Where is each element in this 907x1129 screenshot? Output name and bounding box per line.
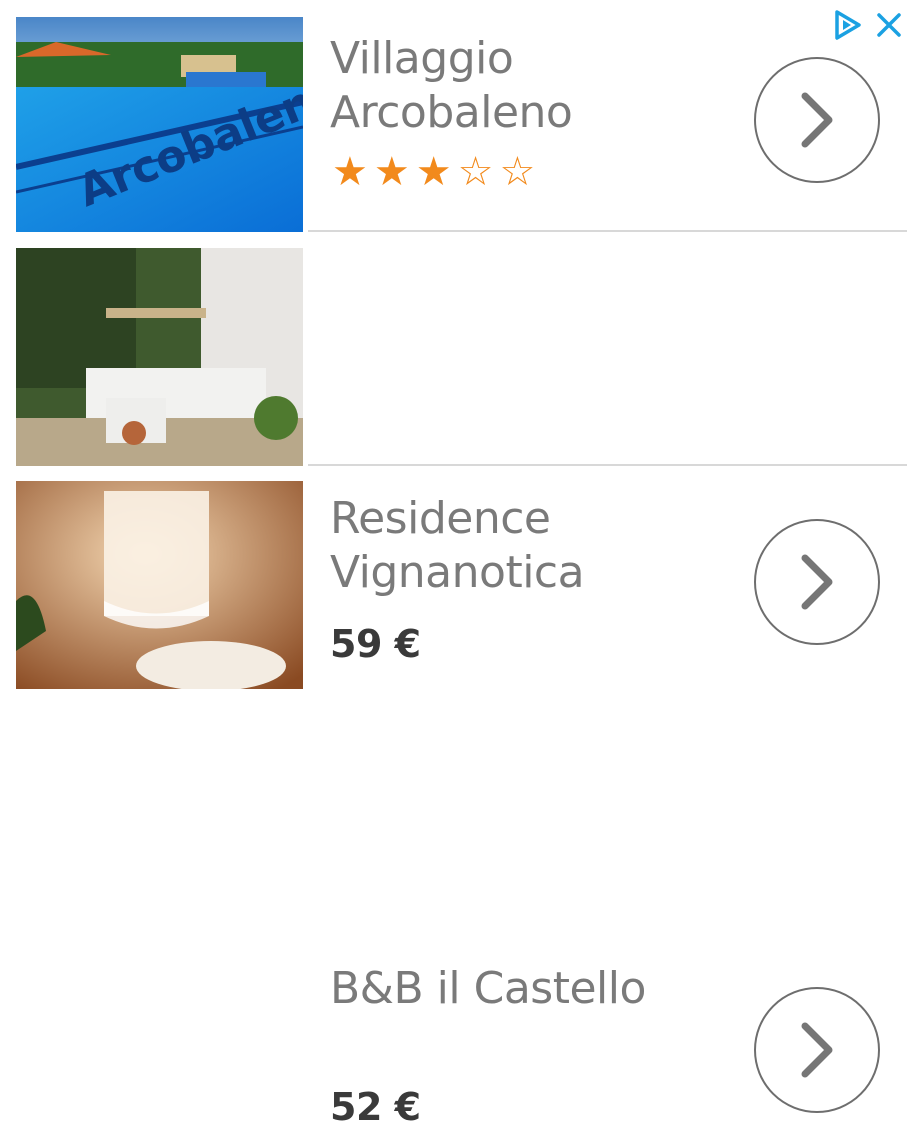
listing-card-1[interactable]: Arcobaleno Villaggio Arcobaleno ★ ★ ★ ☆ …	[0, 0, 907, 232]
star-empty-icon: ☆	[457, 149, 494, 195]
star-empty-icon: ☆	[499, 149, 536, 195]
open-listing-button[interactable]	[754, 987, 880, 1113]
listing-card-2[interactable]: Residence Vignanotica 59 €	[0, 232, 907, 666]
chevron-right-icon	[801, 92, 833, 148]
star-filled-icon: ★	[332, 149, 368, 195]
chevron-right-icon	[801, 1022, 833, 1078]
listing-title[interactable]: Villaggio Arcobaleno	[330, 32, 730, 140]
star-filled-icon: ★	[373, 149, 410, 195]
star-rating: ★ ★ ★ ☆ ☆	[332, 150, 535, 194]
listing-title[interactable]: B&B il Castello	[330, 962, 730, 1016]
listing-photo[interactable]	[16, 248, 303, 466]
open-listing-button[interactable]	[754, 57, 880, 183]
star-filled-icon: ★	[415, 149, 452, 195]
listing-photo[interactable]: Arcobaleno	[16, 17, 303, 232]
listing-photo[interactable]	[16, 481, 303, 689]
listing-card-3[interactable]: B&B il Castello 52 €	[0, 466, 907, 1129]
listing-price: 52 €	[330, 1085, 421, 1129]
